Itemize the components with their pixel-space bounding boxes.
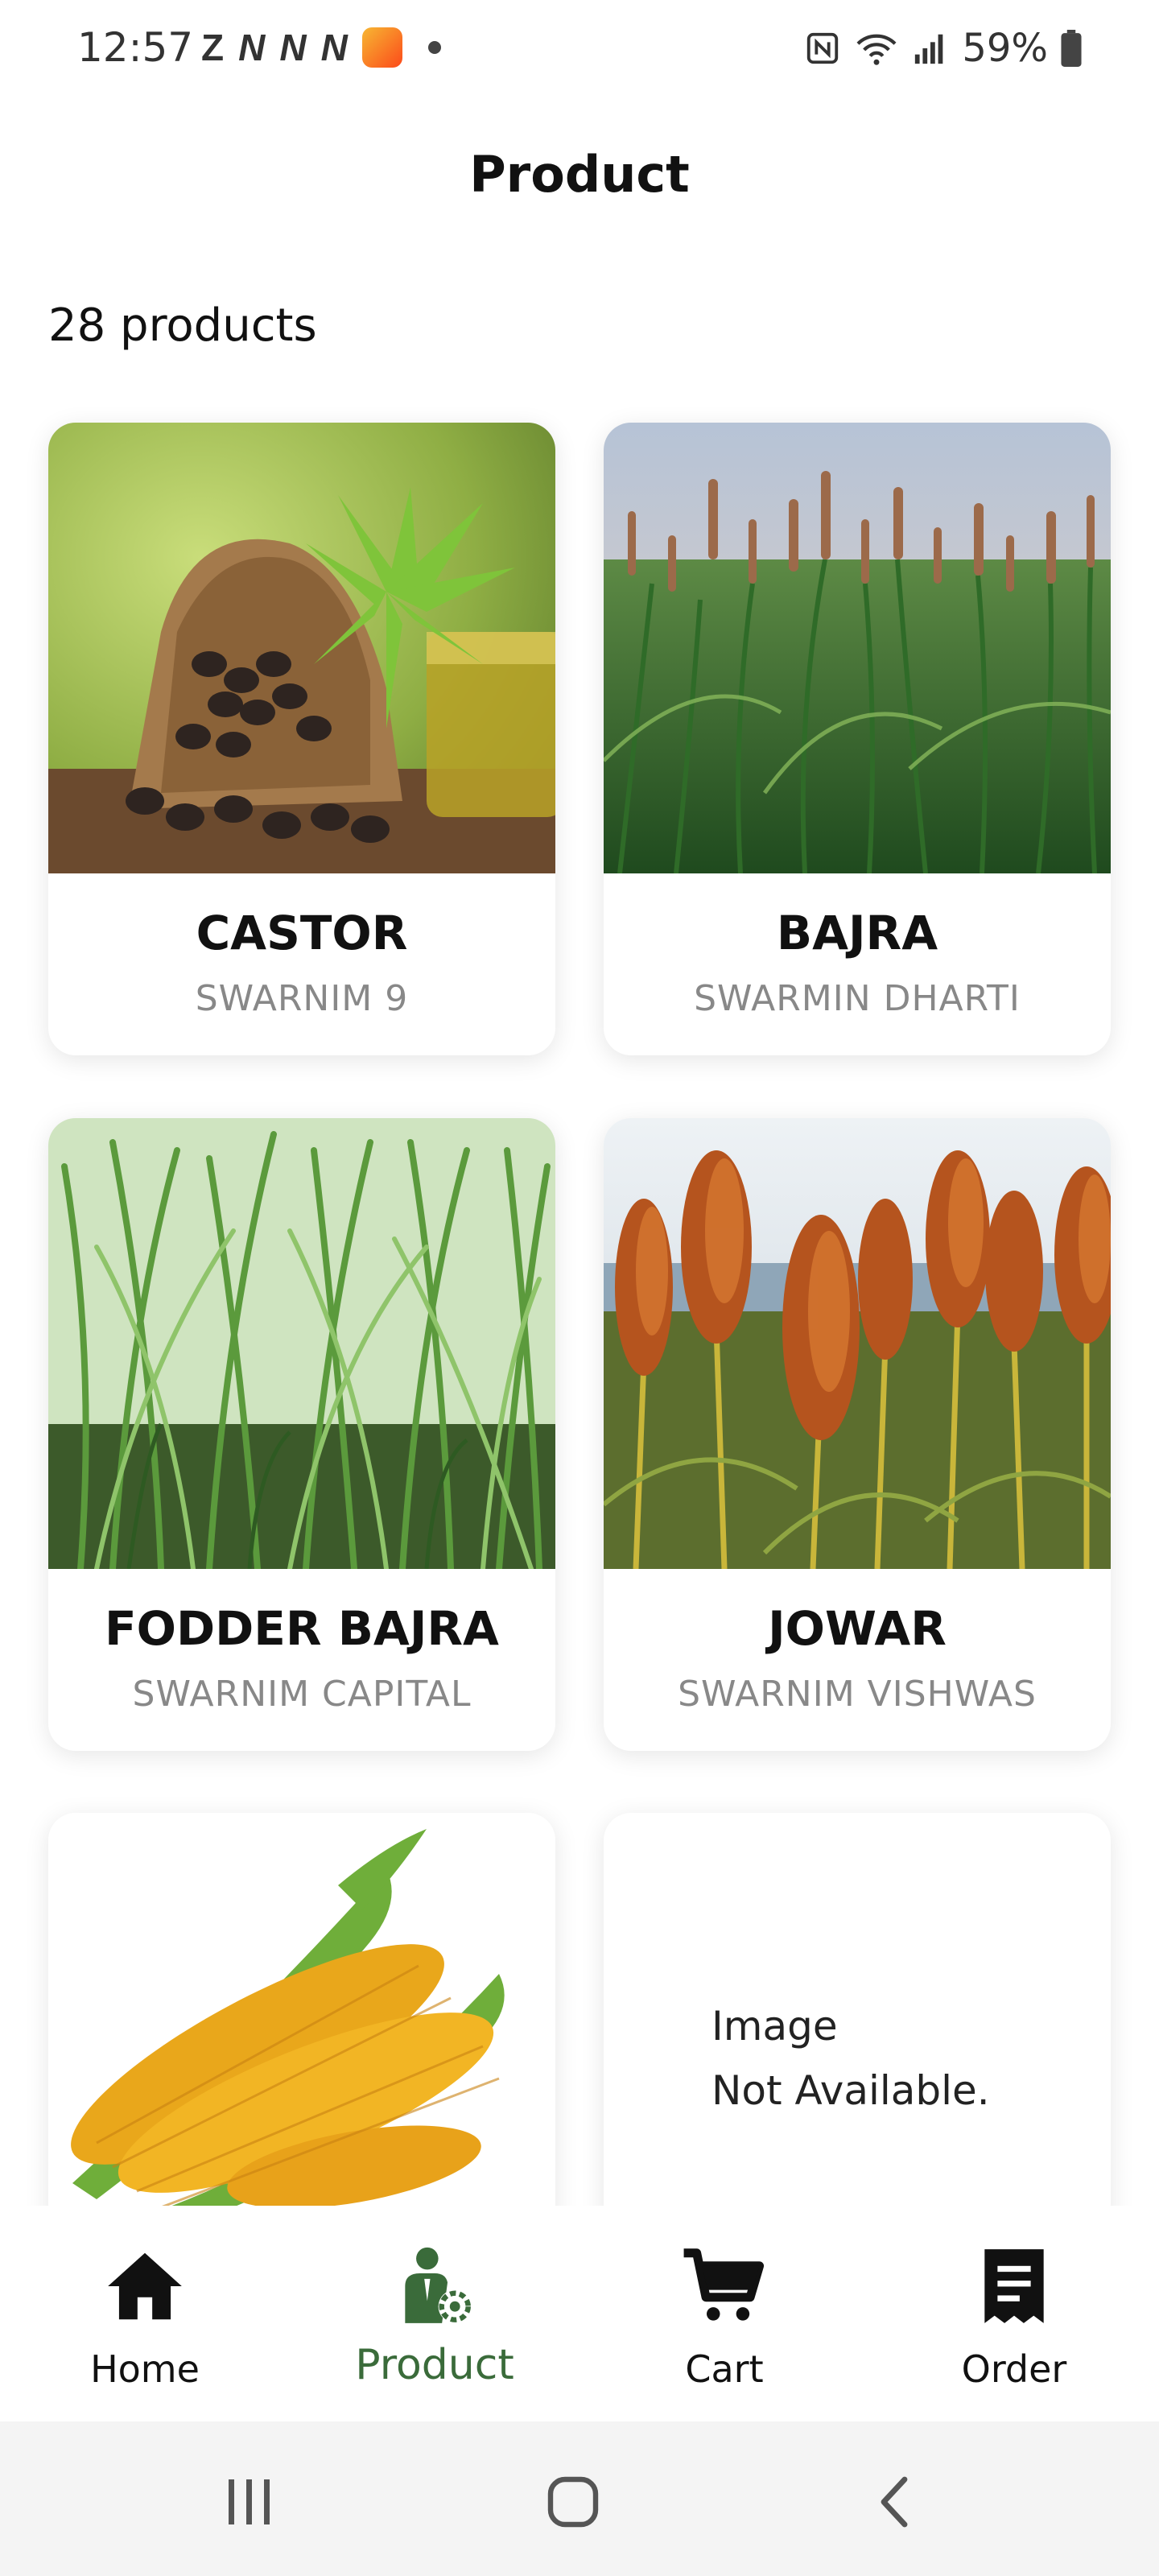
- product-card-unavailable[interactable]: Image Not Available.: [604, 1813, 1111, 2206]
- nav-product-label: Product: [355, 2341, 514, 2389]
- bajra-image: [604, 423, 1111, 873]
- product-icon: [405, 2247, 472, 2323]
- nav-order-label: Order: [961, 2347, 1067, 2391]
- maize-image: [48, 1813, 555, 2206]
- product-grid: CASTOR SWARNIM 9 BAJRA SWARMIN DHARTI FO…: [0, 0, 1159, 2206]
- product-name: FODDER BAJRA: [105, 1601, 499, 1656]
- image-unavailable-placeholder: Image Not Available.: [711, 1994, 990, 2123]
- product-card-fodder-bajra[interactable]: FODDER BAJRA SWARNIM CAPITAL: [48, 1118, 555, 1751]
- castor-image: [48, 423, 555, 873]
- home-icon: [108, 2252, 182, 2320]
- product-name: CASTOR: [196, 906, 408, 960]
- bottom-navigation: Home Product Cart Order: [0, 2206, 1159, 2421]
- product-card-castor[interactable]: CASTOR SWARNIM 9: [48, 423, 555, 1055]
- jowar-image: [604, 1118, 1111, 1569]
- nav-product[interactable]: Product: [290, 2206, 580, 2421]
- nav-home-label: Home: [90, 2347, 200, 2391]
- product-name: JOWAR: [768, 1601, 947, 1656]
- product-card-bajra[interactable]: BAJRA SWARMIN DHARTI: [604, 423, 1111, 1055]
- cart-icon: [683, 2248, 765, 2321]
- system-navigation-bar: [0, 2421, 1159, 2576]
- product-name: BAJRA: [776, 906, 938, 960]
- back-icon[interactable]: [864, 2470, 929, 2534]
- product-card-jowar[interactable]: JOWAR SWARNIM VISHWAS: [604, 1118, 1111, 1751]
- product-variety: SWARNIM CAPITAL: [132, 1674, 472, 1715]
- nav-cart-label: Cart: [685, 2347, 764, 2391]
- order-icon: [984, 2249, 1044, 2323]
- product-variety: SWARNIM VISHWAS: [678, 1674, 1037, 1715]
- product-variety: SWARMIN DHARTI: [694, 978, 1021, 1019]
- product-card-maize[interactable]: [48, 1813, 555, 2206]
- home-circle-icon[interactable]: [541, 2470, 605, 2534]
- nav-cart[interactable]: Cart: [580, 2206, 869, 2421]
- recent-apps-icon[interactable]: [217, 2470, 282, 2534]
- placeholder-line-1: Image: [711, 2003, 838, 2050]
- nav-order[interactable]: Order: [869, 2206, 1159, 2421]
- nav-home[interactable]: Home: [0, 2206, 290, 2421]
- fodder-bajra-image: [48, 1118, 555, 1569]
- placeholder-line-2: Not Available.: [711, 2067, 990, 2114]
- product-variety: SWARNIM 9: [195, 978, 409, 1019]
